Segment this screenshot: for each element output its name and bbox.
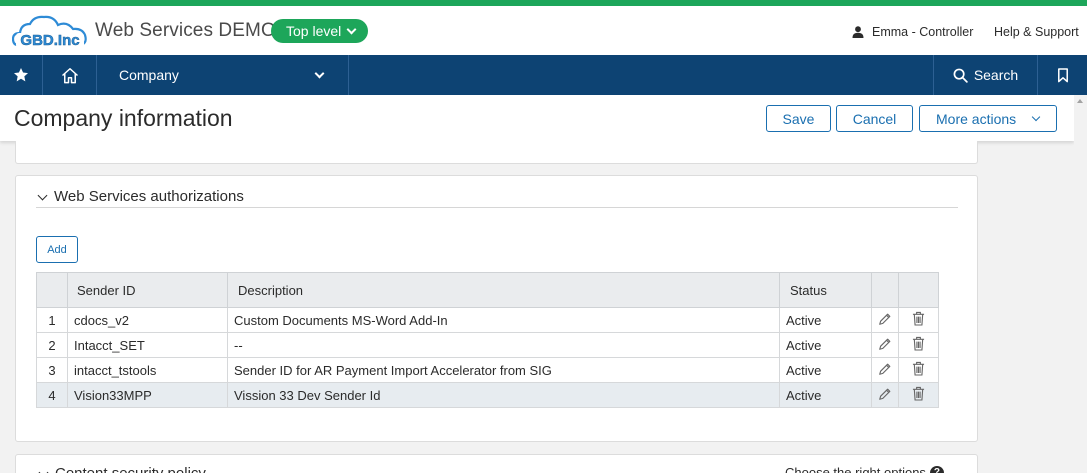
delete-cell	[898, 307, 939, 333]
edit-cell	[871, 307, 899, 333]
delete-button[interactable]	[899, 311, 938, 326]
edit-cell	[871, 332, 899, 358]
search-button[interactable]: Search	[933, 55, 1038, 95]
star-icon	[14, 68, 28, 82]
options-hint: Choose the right options ?	[785, 465, 944, 473]
chevron-down-icon	[346, 24, 357, 34]
user-menu[interactable]: Emma - Controller	[852, 25, 973, 39]
delete-button[interactable]	[899, 361, 938, 376]
more-actions-button[interactable]: More actions	[919, 105, 1057, 132]
table-row[interactable]: 1 cdocs_v2 Custom Documents MS-Word Add-…	[36, 307, 939, 333]
row-number: 1	[36, 307, 68, 333]
chevron-down-icon[interactable]	[37, 190, 48, 201]
save-button[interactable]: Save	[766, 105, 831, 132]
delete-cell	[898, 382, 939, 408]
status-header[interactable]: Status	[779, 272, 872, 308]
page-header: Company information Save Cancel More act…	[0, 95, 1074, 141]
description-cell: Custom Documents MS-Word Add-In	[227, 307, 780, 333]
edit-button[interactable]	[872, 362, 898, 376]
edit-button[interactable]	[872, 337, 898, 351]
home-icon	[61, 67, 78, 83]
table-header-row: Sender ID Description Status	[36, 272, 939, 308]
more-actions-label: More actions	[936, 110, 1017, 127]
section-title: Web Services authorizations	[54, 188, 244, 205]
description-cell: Vission 33 Dev Sender Id	[227, 382, 780, 408]
edit-column-header	[871, 272, 899, 308]
bookmark-icon	[1057, 67, 1068, 82]
search-icon	[953, 68, 968, 83]
page-scrollbar[interactable]	[1074, 95, 1087, 473]
status-cell: Active	[779, 357, 872, 383]
next-section-header[interactable]: Content security policy	[37, 465, 206, 473]
user-icon	[852, 26, 864, 38]
description-cell: --	[227, 332, 780, 358]
authorizations-table: Sender ID Description Status 1 cdocs_v2 …	[36, 272, 939, 408]
delete-button[interactable]	[899, 336, 938, 351]
next-section-title: Content security policy	[55, 465, 206, 473]
level-selector[interactable]: Top level	[271, 19, 369, 43]
status-cell: Active	[779, 382, 872, 408]
trash-icon	[912, 361, 925, 376]
edit-cell	[871, 382, 899, 408]
description-cell: Sender ID for AR Payment Import Accelera…	[227, 357, 780, 383]
delete-button[interactable]	[899, 386, 938, 401]
pencil-icon	[879, 313, 891, 325]
app-header: GBD.Inc Web Services DEMO Top level Emma…	[0, 6, 1087, 55]
row-number: 2	[36, 332, 68, 358]
level-label: Top level	[286, 23, 342, 39]
chevron-down-icon[interactable]	[38, 467, 49, 473]
favorites-button[interactable]	[0, 55, 43, 95]
web-services-authorizations-card: Web Services authorizations Add Sender I…	[15, 175, 978, 442]
sender-id-cell[interactable]: Intacct_SET	[67, 332, 228, 358]
edit-cell	[871, 357, 899, 383]
row-number-header	[36, 272, 68, 308]
edit-button[interactable]	[872, 312, 898, 326]
chevron-down-icon	[1031, 112, 1041, 122]
previous-section-card	[15, 141, 978, 164]
trash-icon	[912, 386, 925, 401]
pencil-icon	[879, 363, 891, 375]
help-support-link[interactable]: Help & Support	[994, 25, 1079, 39]
sender-id-cell[interactable]: cdocs_v2	[67, 307, 228, 333]
sender-id-header[interactable]: Sender ID	[67, 272, 228, 308]
delete-cell	[898, 357, 939, 383]
company-menu-label: Company	[119, 67, 179, 83]
trash-icon	[912, 311, 925, 326]
bookmark-button[interactable]	[1038, 55, 1087, 95]
row-number: 4	[36, 382, 68, 408]
help-circle-icon[interactable]: ?	[929, 465, 944, 473]
pencil-icon	[879, 388, 891, 400]
table-row[interactable]: 3 intacct_tstools Sender ID for AR Payme…	[36, 357, 939, 383]
add-button[interactable]: Add	[36, 236, 78, 263]
section-header[interactable]: Web Services authorizations	[36, 188, 958, 208]
scroll-up-arrow-icon[interactable]	[1077, 99, 1083, 103]
table-row[interactable]: 2 Intacct_SET -- Active	[36, 332, 939, 358]
row-number: 3	[36, 357, 68, 383]
description-header[interactable]: Description	[227, 272, 780, 308]
status-cell: Active	[779, 332, 872, 358]
main-navbar: Company Search	[0, 55, 1087, 95]
company-logo[interactable]: GBD.Inc	[12, 13, 88, 51]
delete-cell	[898, 332, 939, 358]
chevron-down-icon	[314, 68, 325, 79]
user-label: Emma - Controller	[872, 25, 974, 39]
trash-icon	[912, 336, 925, 351]
home-button[interactable]	[43, 55, 97, 95]
table-row[interactable]: 4 Vision33MPP Vission 33 Dev Sender Id A…	[36, 382, 939, 408]
status-cell: Active	[779, 307, 872, 333]
sender-id-cell[interactable]: intacct_tstools	[67, 357, 228, 383]
company-menu[interactable]: Company	[97, 55, 349, 95]
search-label: Search	[973, 67, 1019, 83]
cancel-button[interactable]: Cancel	[836, 105, 913, 132]
sender-id-cell[interactable]: Vision33MPP	[67, 382, 228, 408]
app-title: Web Services DEMO	[95, 20, 276, 41]
edit-button[interactable]	[872, 387, 898, 401]
delete-column-header	[898, 272, 939, 308]
logo-text: GBD.Inc	[20, 32, 79, 49]
content-security-policy-card: Content security policy Choose the right…	[15, 454, 978, 473]
pencil-icon	[879, 338, 891, 350]
options-hint-text: Choose the right options	[785, 465, 926, 473]
page-title: Company information	[14, 105, 233, 131]
